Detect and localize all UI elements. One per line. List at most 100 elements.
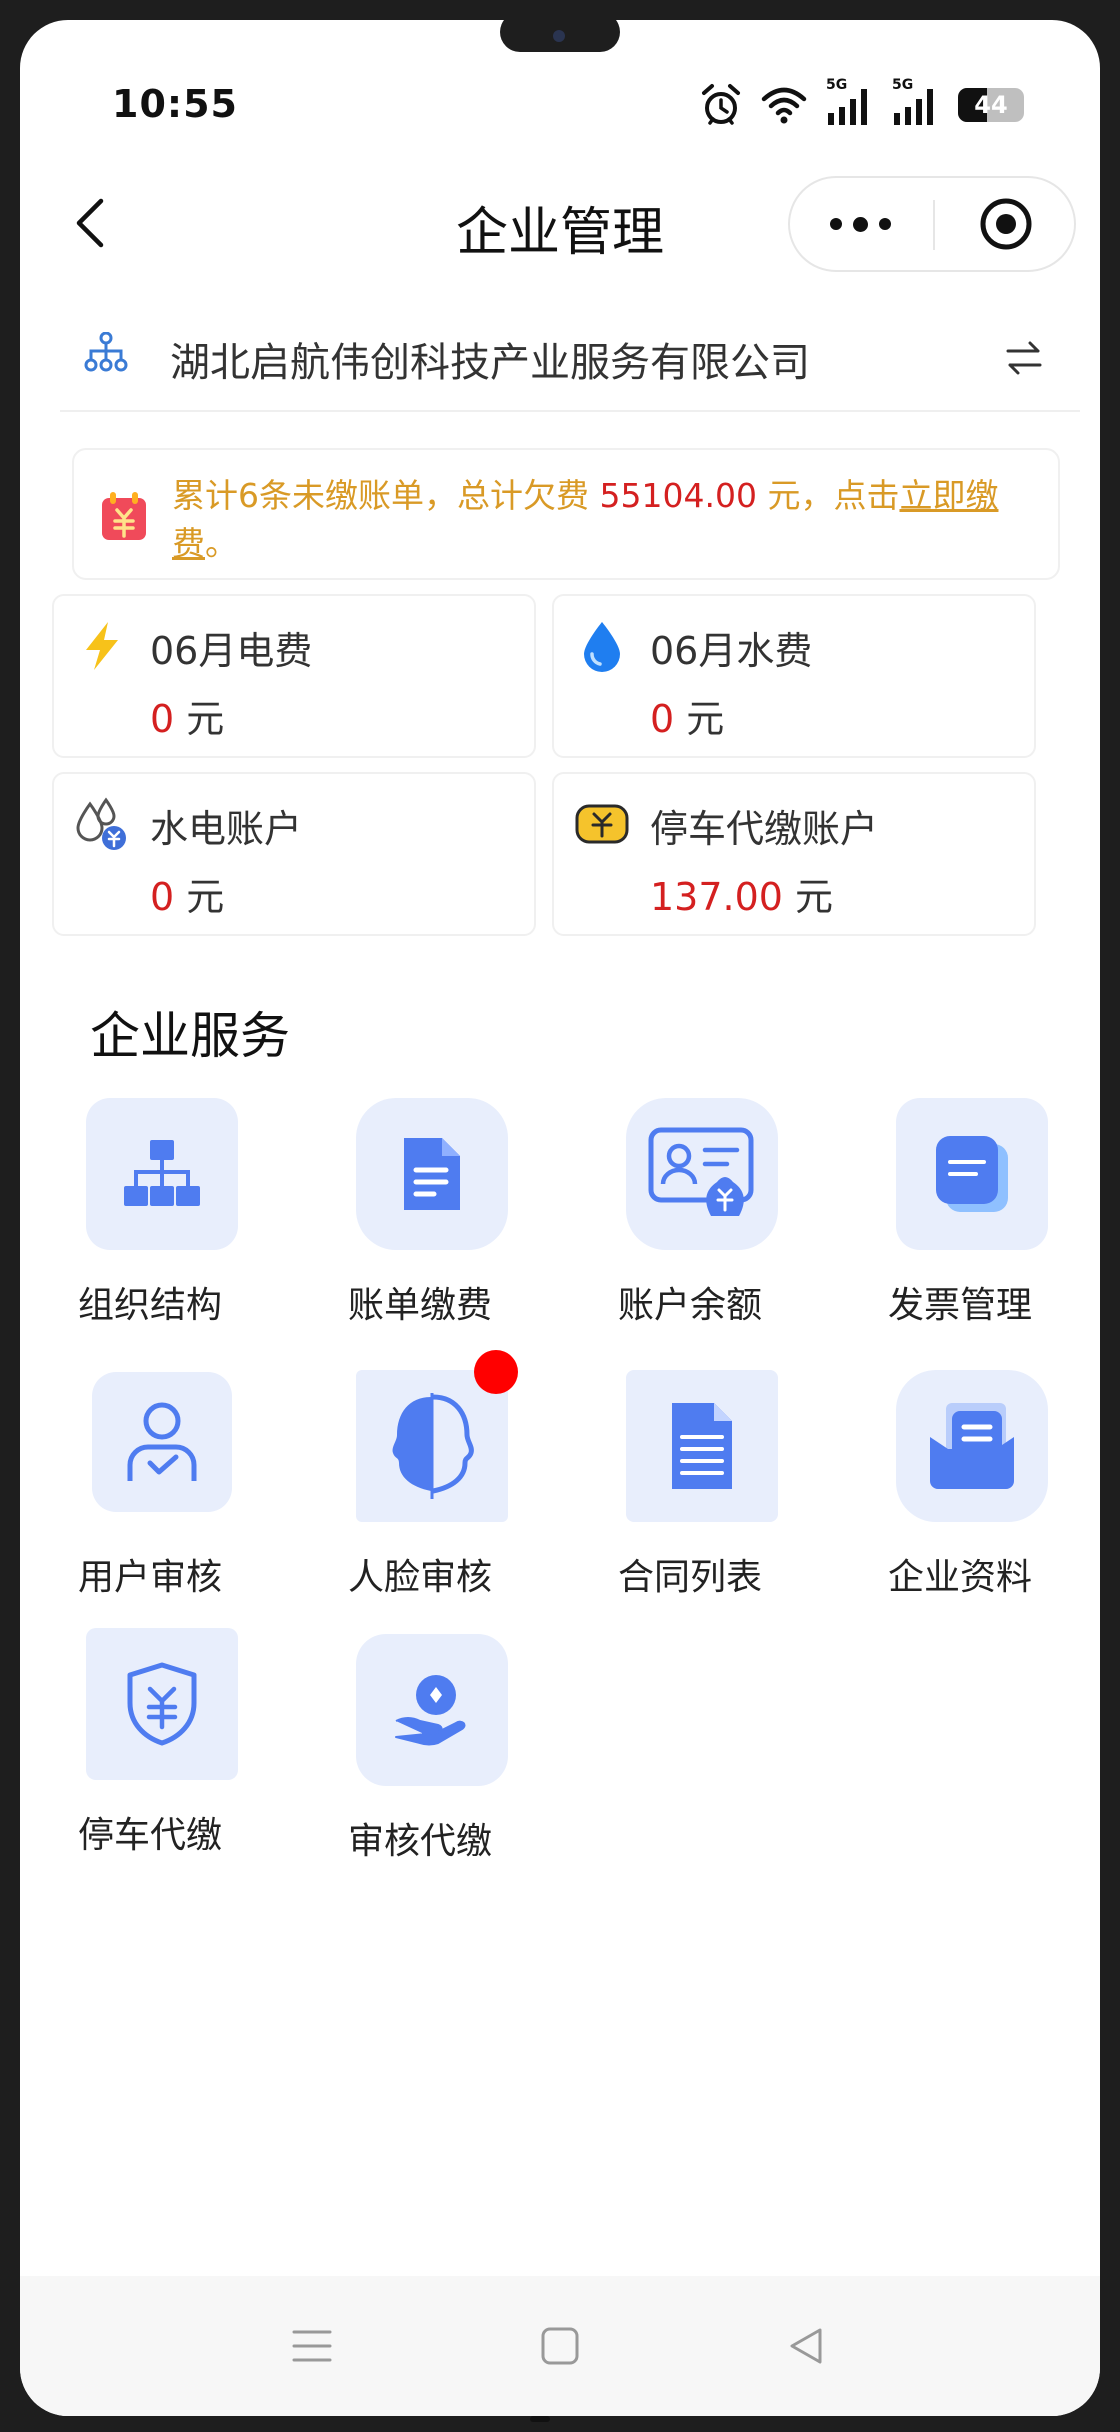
owed-amount: 55104.00	[599, 476, 757, 515]
user-check-icon	[127, 1402, 197, 1481]
square-home-icon	[541, 2327, 579, 2365]
service-tile	[86, 1098, 238, 1250]
card-unit: 元	[674, 697, 725, 741]
service-face-review[interactable]: 人脸审核	[310, 1370, 530, 1610]
service-contract-list[interactable]: 合同列表	[580, 1370, 800, 1610]
service-user-review[interactable]: 用户审核	[40, 1370, 260, 1610]
notice-middle: 元，点击	[756, 476, 900, 515]
water-fee-card[interactable]: 06月水费 0 元	[552, 594, 1036, 758]
service-label: 账单缴费	[347, 1285, 492, 1326]
service-org-structure[interactable]: 组织结构	[40, 1098, 260, 1338]
service-tile	[86, 1628, 238, 1780]
service-label: 审核代缴	[347, 1821, 492, 1862]
network-type-label: 5G	[826, 77, 848, 93]
switch-arrows-icon	[1006, 341, 1042, 375]
phone-screen: 10:55 5G 5G 44 企业管理 湖北启航伟创科技产业服务有限公司 累计6…	[20, 20, 1100, 2416]
card-unit: 元	[174, 875, 225, 919]
wifi-icon	[761, 87, 807, 124]
service-account-balance[interactable]: 账户余额	[580, 1098, 800, 1338]
alarm-icon	[702, 84, 740, 125]
service-parking-payment[interactable]: 停车代缴	[40, 1628, 260, 1868]
service-label: 发票管理	[887, 1285, 1032, 1326]
more-dot	[852, 216, 868, 232]
unpaid-bills-notice: 累计6条未缴账单，总计欠费 55104.00 元，点击立即缴费。	[72, 448, 1060, 580]
service-tile	[356, 1098, 508, 1250]
target-close-icon	[980, 198, 1032, 250]
back-nav-button[interactable]	[776, 2316, 836, 2376]
parking-wallet-icon	[574, 796, 630, 852]
status-time: 10:55	[112, 82, 238, 126]
service-review-payment[interactable]: 审核代缴	[310, 1634, 530, 1874]
service-tile	[896, 1098, 1048, 1250]
section-title-services: 企业服务	[90, 1007, 290, 1065]
service-label: 用户审核	[77, 1557, 222, 1598]
card-amount: 0	[650, 697, 675, 741]
card-title: 停车代缴账户	[650, 807, 879, 851]
invoice-icon	[936, 1136, 1008, 1212]
service-invoice-management[interactable]: 发票管理	[850, 1098, 1070, 1338]
card-amount: 0	[150, 875, 175, 919]
contract-icon	[672, 1403, 732, 1489]
notification-dot	[474, 1350, 518, 1394]
notice-suffix: 。	[205, 524, 238, 563]
battery-level: 44	[974, 91, 1008, 119]
bill-calendar-icon	[102, 492, 146, 540]
home-indicator	[530, 2416, 550, 2422]
service-label: 组织结构	[77, 1285, 222, 1326]
status-bar: 10:55 5G 5G 44	[20, 60, 1100, 150]
network-type-label: 5G	[892, 77, 914, 93]
signal-5g-icon: 5G	[826, 77, 874, 127]
card-amount: 0	[150, 697, 175, 741]
card-value: 137.00 元	[650, 866, 833, 921]
nav-bar: 企业管理	[20, 160, 1100, 290]
card-value: 0 元	[150, 688, 224, 743]
system-navigation-bar	[20, 2276, 1100, 2416]
water-electric-account-icon	[74, 796, 130, 852]
signal-5g-icon: 5G	[892, 77, 940, 127]
service-label: 人脸审核	[347, 1557, 492, 1598]
status-icons: 5G 5G 44	[700, 77, 1024, 130]
chevron-left-icon	[76, 198, 104, 248]
switch-company-button[interactable]	[996, 330, 1052, 386]
service-enterprise-docs[interactable]: 企业资料	[850, 1370, 1070, 1610]
more-button[interactable]	[790, 178, 930, 270]
service-label: 停车代缴	[77, 1815, 222, 1856]
service-tile	[356, 1370, 508, 1522]
account-balance-icon	[648, 1127, 754, 1216]
service-tile	[92, 1372, 232, 1512]
back-button[interactable]	[56, 188, 126, 258]
org-tree-icon	[84, 332, 128, 372]
electricity-fee-card[interactable]: 06月电费 0 元	[52, 594, 536, 758]
parking-account-card[interactable]: 停车代缴账户 137.00 元	[552, 772, 1036, 936]
service-tile	[626, 1098, 778, 1250]
service-tile	[896, 1370, 1048, 1522]
service-bill-payment[interactable]: 账单缴费	[310, 1098, 530, 1338]
org-structure-icon	[124, 1140, 200, 1206]
card-value: 0 元	[650, 688, 724, 743]
shield-yuan-icon	[127, 1662, 197, 1746]
card-value: 0 元	[150, 866, 224, 921]
notice-prefix: 累计6条未缴账单，总计欠费	[172, 476, 600, 515]
utility-account-card[interactable]: 水电账户 0 元	[52, 772, 536, 936]
service-label: 账户余额	[617, 1285, 762, 1326]
lightning-icon	[74, 618, 130, 674]
card-amount: 137.00	[650, 875, 783, 919]
company-selector[interactable]: 湖北启航伟创科技产业服务有限公司	[60, 302, 1080, 412]
card-title: 06月电费	[150, 629, 313, 673]
close-button[interactable]	[936, 178, 1076, 270]
mini-program-capsule	[788, 176, 1076, 272]
card-unit: 元	[782, 875, 834, 919]
capsule-divider	[933, 200, 935, 250]
battery-icon: 44	[958, 88, 1024, 122]
company-name: 湖北启航伟创科技产业服务有限公司	[170, 340, 810, 386]
recent-apps-button[interactable]	[282, 2316, 342, 2376]
more-dots-icon	[829, 218, 842, 230]
home-button[interactable]	[530, 2316, 590, 2376]
service-tile	[626, 1370, 778, 1522]
menu-lines-icon	[292, 2330, 332, 2362]
enterprise-docs-icon	[930, 1403, 1014, 1489]
water-drop-icon	[574, 618, 630, 674]
camera-notch	[500, 20, 620, 52]
more-dot	[878, 218, 891, 230]
service-tile	[356, 1634, 508, 1786]
